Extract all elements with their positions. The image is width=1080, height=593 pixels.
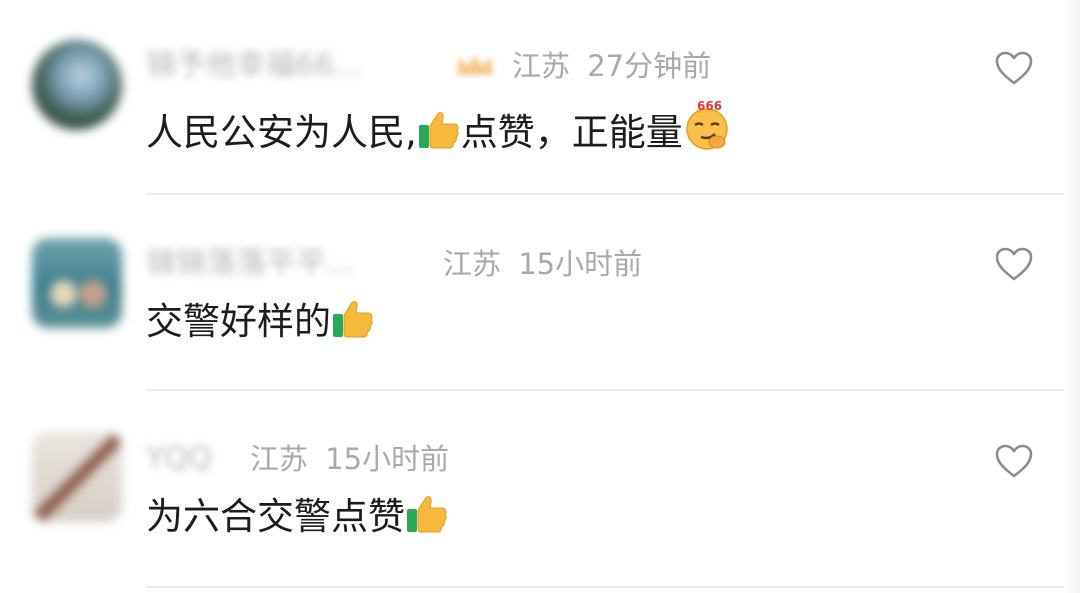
timestamp: 15小时前 xyxy=(325,442,450,476)
avatar[interactable] xyxy=(32,432,122,522)
comment-text-part: 交警好样的 xyxy=(146,300,331,343)
thumbs-up-icon xyxy=(407,496,447,533)
comment-item: 锦予他幸福66... 江苏 27分钟前 人民公安为人民, 点赞，正能量 666 xyxy=(0,0,1064,195)
comment-text-part: 为六合交警点赞 xyxy=(146,495,405,538)
timestamp: 27分钟前 xyxy=(587,49,712,83)
comment-list: 锦予他幸福66... 江苏 27分钟前 人民公安为人民, 点赞，正能量 666 xyxy=(0,0,1080,593)
comment-text: 为六合交警点赞 xyxy=(146,491,449,543)
comment-text-part: 点赞，正能量 xyxy=(460,111,683,154)
comment-meta: 江苏 15小时前 xyxy=(443,244,642,284)
comment-text-part: 人民公安为人民, xyxy=(146,111,417,154)
divider xyxy=(146,586,1064,588)
thumbs-up-icon xyxy=(418,112,459,149)
heart-icon[interactable] xyxy=(994,443,1034,479)
username[interactable]: YQQ xyxy=(146,439,212,479)
username[interactable]: 锦锦落落平平... xyxy=(146,244,355,284)
timestamp: 15小时前 xyxy=(518,247,643,281)
avatar[interactable] xyxy=(32,40,122,130)
comment-text: 人民公安为人民, 点赞，正能量 666 xyxy=(146,99,733,154)
location: 江苏 xyxy=(250,442,309,476)
scroll-edge xyxy=(1064,0,1080,593)
thumbs-up-icon xyxy=(333,301,373,338)
username[interactable]: 锦予他幸福66... xyxy=(146,46,363,86)
comment-meta: 江苏 27分钟前 xyxy=(512,46,711,86)
location: 江苏 xyxy=(512,49,571,83)
comment-item: YQQ 江苏 15小时前 为六合交警点赞 xyxy=(0,390,1064,593)
user-badge-icon xyxy=(457,55,493,75)
666-label: 666 xyxy=(697,99,722,113)
heart-icon[interactable] xyxy=(994,50,1034,86)
heart-icon[interactable] xyxy=(994,246,1034,282)
comment-text: 交警好样的 xyxy=(146,296,375,348)
666-smirk-emoji-icon: 666 xyxy=(686,99,728,150)
location: 江苏 xyxy=(443,247,502,281)
comment-item: 锦锦落落平平... 江苏 15小时前 交警好样的 xyxy=(0,195,1064,391)
comment-meta: 江苏 15小时前 xyxy=(250,439,449,479)
avatar[interactable] xyxy=(32,238,122,328)
